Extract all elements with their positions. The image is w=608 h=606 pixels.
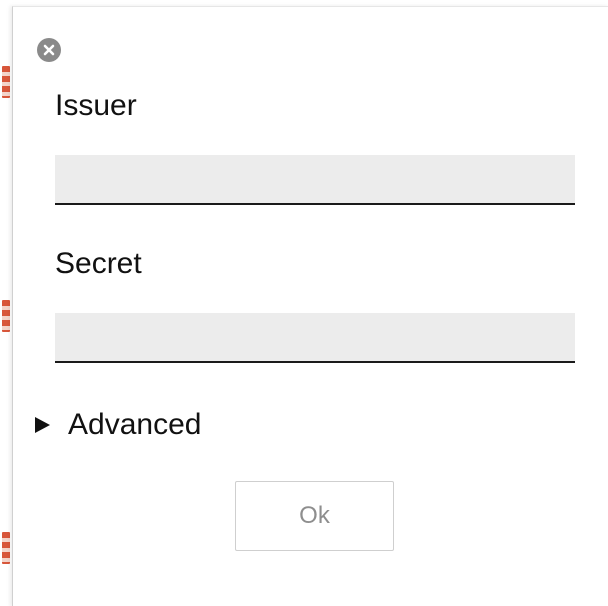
close-icon[interactable] <box>37 38 61 62</box>
disclosure-triangle-right-icon <box>35 417 50 433</box>
advanced-toggle[interactable]: Advanced <box>35 405 201 445</box>
secret-input[interactable] <box>55 313 575 363</box>
advanced-label: Advanced <box>68 408 202 441</box>
ok-button[interactable]: Ok <box>235 481 394 551</box>
otp-account-dialog: Issuer Secret Advanced Ok <box>12 6 608 606</box>
screen: Issuer Secret Advanced Ok <box>0 0 608 606</box>
background-marker <box>2 66 10 98</box>
background-marker <box>2 532 10 564</box>
background-marker <box>2 300 10 332</box>
background-page-edge <box>0 0 12 606</box>
close-x-glyph <box>43 44 55 56</box>
issuer-label: Issuer <box>55 89 137 122</box>
secret-label: Secret <box>55 247 142 280</box>
issuer-input[interactable] <box>55 155 575 205</box>
